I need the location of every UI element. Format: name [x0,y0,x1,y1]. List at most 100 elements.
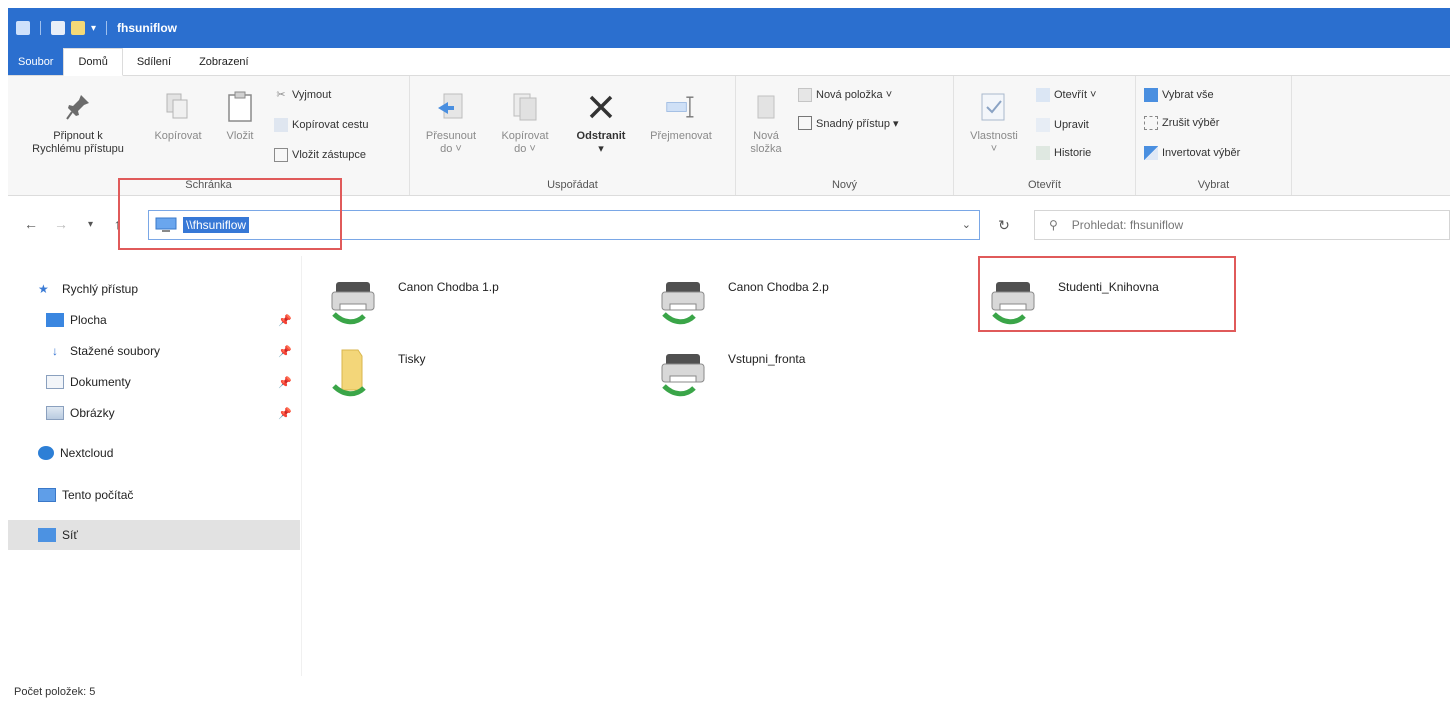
paste-shortcut-label: Vložit zástupce [292,149,366,161]
network-icon [38,528,56,542]
shared-printer-icon [331,282,375,325]
sidebar-item-downloads[interactable]: ↓ Stažené soubory 📌 [46,336,300,366]
pin-icon [62,90,94,124]
item-highlight-box [978,256,1236,332]
chevron-down-icon[interactable]: ⌄ [962,218,971,231]
history-label: Historie [1054,147,1092,159]
properties-label-1: Vlastnosti [970,130,1018,142]
sidebar-item-this-pc[interactable]: Tento počítač [38,480,300,510]
sidebar-item-documents[interactable]: Dokumenty 📌 [46,367,300,397]
tab-share[interactable]: Sdílení [123,48,185,75]
properties-icon[interactable] [51,21,65,35]
copy-path-label: Kopírovat cestu [292,119,369,131]
tab-file[interactable]: Soubor [8,48,64,75]
tab-home[interactable]: Domů [63,48,123,76]
invert-selection-button[interactable]: Invertovat výběr [1144,146,1240,160]
scissors-icon: ✂ [276,89,286,101]
pin-quick-access-button[interactable]: Připnout k Rychlému přístupu [10,90,146,156]
pin-label-1: Připnout k [53,130,103,142]
sidebar-item-pictures[interactable]: Obrázky 📌 [46,398,300,428]
group-label-organize: Uspořádat [547,179,598,191]
nextcloud-icon [38,446,54,460]
item-name: Canon Chodba 1.p [398,280,499,294]
title-bar: ▾ fhsuniflow [8,8,1450,48]
cut-button[interactable]: ✂ Vyjmout [274,88,331,102]
pictures-icon [46,406,64,420]
history-icon [1036,146,1050,160]
edit-button[interactable]: Upravit [1036,118,1089,132]
cut-label: Vyjmout [292,89,332,101]
paste-shortcut-button[interactable]: Vložit zástupce [274,148,366,162]
list-item[interactable]: Vstupni_fronta [640,334,940,404]
pin-icon[interactable]: 📌 [278,314,292,327]
forward-arrow-icon[interactable]: → [54,216,68,232]
group-select: Vybrat vše Zrušit výběr Invertovat výběr… [1136,76,1292,195]
group-organize: Přesunout do ˅ Kopírovat do ˅ Odstranit … [410,76,736,195]
copy-to-button[interactable]: Kopírovat do ˅ [490,90,560,156]
easy-access-button[interactable]: Snadný přístup ▾ [798,116,899,130]
status-bar-count: Počet položek: 5 [14,686,96,698]
copy-path-icon [274,118,288,132]
move-to-button[interactable]: Přesunout do ˅ [416,90,486,156]
search-icon: ⚲ [1049,218,1058,232]
desktop-icon [46,313,64,327]
delete-x-icon [585,90,617,124]
group-label-open: Otevřít [1027,179,1061,191]
pin-icon[interactable]: 📌 [278,376,292,389]
sidebar-item-network[interactable]: Síť [8,520,300,550]
back-arrow-icon[interactable]: ← [24,216,38,232]
paste-button[interactable]: Vložit [214,90,266,143]
pin-icon[interactable]: 📌 [278,345,292,358]
new-item-icon [798,88,812,102]
select-none-icon [1144,116,1158,130]
rename-button[interactable]: Přejmenovat [638,90,724,143]
select-all-label: Vybrat vše [1162,89,1214,101]
open-button[interactable]: Otevřít ˅ [1036,88,1097,102]
list-item[interactable]: Canon Chodba 2.p [640,262,940,332]
pin-icon[interactable]: 📌 [278,407,292,420]
tab-view[interactable]: Zobrazení [185,48,263,75]
sidebar-item-label: Síť [62,528,78,542]
new-item-button[interactable]: Nová položka ˅ [798,88,892,102]
new-folder-icon[interactable] [71,21,85,35]
paste-shortcut-icon [274,148,288,162]
paste-label: Vložit [226,130,254,142]
new-item-label: Nová položka ˅ [816,89,893,101]
delete-dropdown-arrow[interactable]: ▾ [598,143,604,156]
list-item[interactable]: Tisky [310,334,610,404]
history-button[interactable]: Historie [1036,146,1091,160]
open-icon [1036,88,1050,102]
copy-button[interactable]: Kopírovat [148,90,208,143]
delete-label: Odstranit [576,130,626,142]
sidebar-item-label: Nextcloud [60,446,114,460]
sidebar-item-desktop[interactable]: Plocha 📌 [46,305,300,335]
new-folder-label-1: Nová [753,130,779,142]
document-icon [46,375,64,389]
delete-button[interactable]: Odstranit ▾ [566,90,636,156]
chevron-down-icon[interactable]: ▾ [91,23,96,34]
star-icon: ★ [38,282,49,296]
recent-locations-chevron-icon[interactable]: ▾ [88,219,93,230]
move-to-label-1: Přesunout [425,130,477,142]
list-item[interactable]: Canon Chodba 1.p [310,262,610,332]
refresh-icon: ↻ [998,216,1010,233]
select-all-button[interactable]: Vybrat vše [1144,88,1214,102]
properties-button[interactable]: Vlastnosti ˅ [958,90,1030,156]
sidebar-item-label: Stažené soubory [70,344,161,358]
sidebar-item-quick-access[interactable]: ★ Rychlý přístup [38,274,300,304]
shared-printer-icon [661,282,705,325]
clipboard-icon [224,90,256,124]
item-name: Tisky [398,352,426,366]
edit-label: Upravit [1054,119,1089,131]
new-folder-button[interactable]: Nová složka [740,90,792,156]
search-box[interactable]: ⚲ Prohledat: fhsuniflow [1034,210,1450,240]
download-arrow-icon: ↓ [52,344,58,358]
refresh-button[interactable]: ↻ [988,210,1020,240]
select-none-button[interactable]: Zrušit výběr [1144,116,1219,130]
item-name: Vstupni_fronta [728,352,806,366]
sidebar-item-nextcloud[interactable]: Nextcloud [38,438,300,468]
copy-path-button[interactable]: Kopírovat cestu [274,118,368,132]
pin-label-2: Rychlému přístupu [32,143,124,155]
open-label: Otevřít ˅ [1054,89,1097,101]
edit-icon [1036,118,1050,132]
